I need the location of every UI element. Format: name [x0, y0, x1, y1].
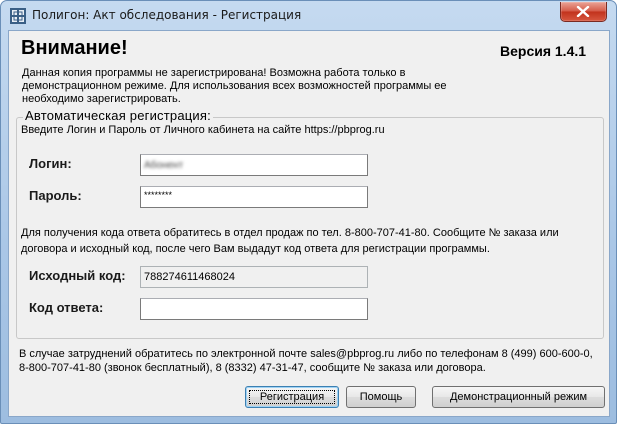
- login-field[interactable]: Абонент: [140, 154, 368, 176]
- auto-registration-subtitle: Введите Логин и Пароль от Личного кабине…: [21, 124, 385, 136]
- help-button[interactable]: Помощь: [346, 386, 416, 408]
- sales-hint: Для получения кода ответа обратитесь в о…: [21, 227, 559, 255]
- dialog-client-area: Внимание! Версия 1.4.1 Данная копия прог…: [8, 30, 610, 417]
- page-title: Внимание!: [21, 37, 128, 59]
- close-icon: [576, 6, 590, 17]
- contact-info: В случае затруднений обратитесь по элект…: [19, 348, 593, 374]
- source-code-label: Исходный код:: [29, 268, 126, 283]
- close-button[interactable]: [560, 2, 607, 22]
- password-label: Пароль:: [29, 188, 82, 203]
- login-value: Абонент: [144, 160, 184, 171]
- answer-code-field[interactable]: [140, 298, 368, 320]
- answer-code-label: Код ответа:: [29, 300, 104, 315]
- demo-mode-button[interactable]: Демонстрационный режим: [432, 386, 605, 408]
- window-title: Полигон: Акт обследования - Регистрация: [32, 8, 302, 22]
- auto-registration-title: Автоматическая регистрация:: [23, 108, 213, 123]
- password-field[interactable]: ********: [140, 186, 368, 208]
- registration-window: Полигон: Акт обследования - Регистрация …: [0, 0, 617, 424]
- focus-rectangle: [249, 390, 335, 404]
- register-button[interactable]: Регистрация: [245, 386, 339, 408]
- app-grid-icon: [10, 8, 26, 24]
- version-label: Версия 1.4.1: [500, 43, 587, 59]
- unregistered-notice: Данная копия программы не зарегистрирова…: [22, 67, 447, 105]
- source-code-field[interactable]: 788274611468024: [140, 266, 368, 288]
- title-bar[interactable]: Полигон: Акт обследования - Регистрация: [1, 1, 616, 31]
- login-label: Логин:: [29, 156, 72, 171]
